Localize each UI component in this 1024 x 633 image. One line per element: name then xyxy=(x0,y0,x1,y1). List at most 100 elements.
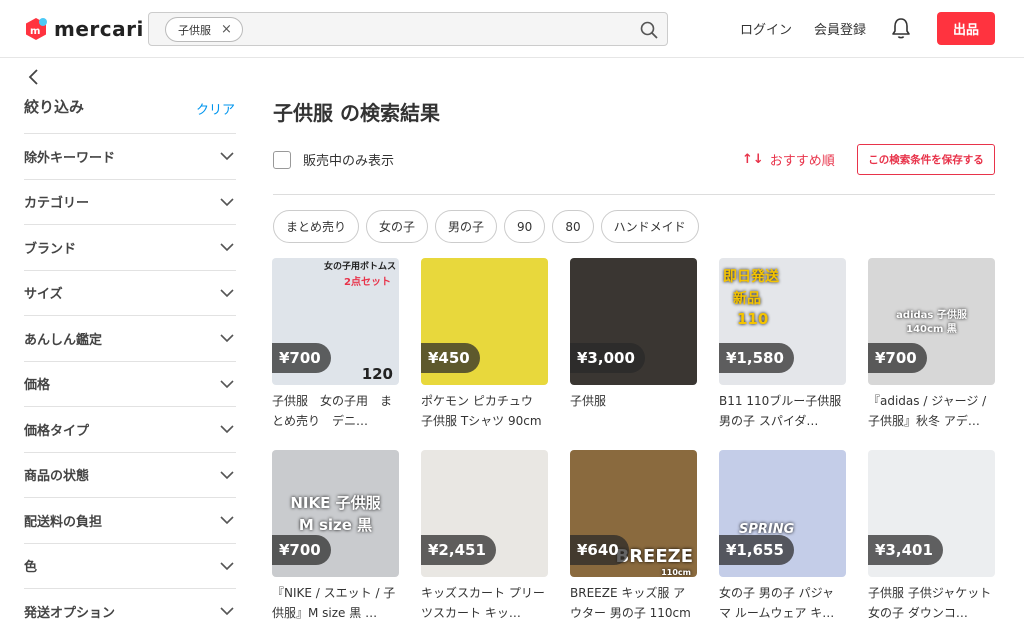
top-header: m mercari 子供服 × ログイン 会員登録 出品 xyxy=(0,0,1024,58)
item-title[interactable]: B11 110ブルー子供服 男の子 スパイダ… xyxy=(719,391,846,431)
filter-item[interactable]: 除外キーワード xyxy=(24,133,236,179)
item-card[interactable]: SPRING ¥1,655 女の子 男の子 パジャマ ルームウェア キ… xyxy=(719,450,846,623)
svg-text:m: m xyxy=(30,26,40,37)
price-badge: ¥640 xyxy=(570,535,629,565)
item-title[interactable]: 『adidas / ジャージ / 子供服』秋冬 アデ… xyxy=(868,391,995,431)
item-thumbnail[interactable]: ¥3,000 xyxy=(570,258,697,385)
filter-item-label: 価格タイプ xyxy=(24,423,90,439)
login-link[interactable]: ログイン xyxy=(740,19,792,38)
item-title[interactable]: 女の子 男の子 パジャマ ルームウェア キ… xyxy=(719,583,846,623)
item-title[interactable]: 子供服 子供ジャケット 女の子 ダウンコ… xyxy=(868,583,995,623)
item-card[interactable]: BREEZE 110cm ¥640 BREEZE キッズ服 アウター 男の子 110c… xyxy=(570,450,697,623)
sort-icon: ↑↓ xyxy=(742,152,764,167)
tag-chip[interactable]: 90 xyxy=(504,210,546,243)
price-badge: ¥3,000 xyxy=(570,343,645,373)
thumbnail-text: adidas 子供服 xyxy=(896,310,967,321)
price-badge: ¥2,451 xyxy=(421,535,496,565)
item-thumbnail[interactable]: 即日発送 新品 110 ¥1,580 xyxy=(719,258,846,385)
filter-list: 除外キーワード カテゴリーブランドサイズあんしん鑑定価格価格タイプ商品の状態配送料… xyxy=(24,133,236,633)
filter-item[interactable]: 色 xyxy=(24,542,236,589)
save-search-button[interactable]: この検索条件を保存する xyxy=(857,144,995,175)
item-thumbnail[interactable]: ¥2,451 xyxy=(421,450,548,577)
on-sale-checkbox[interactable] xyxy=(273,150,291,169)
back-arrow-icon[interactable] xyxy=(26,67,40,87)
filter-item[interactable]: サイズ xyxy=(24,269,236,316)
price-badge: ¥1,580 xyxy=(719,343,794,373)
item-card[interactable]: 女の子用ボトムス 2点セット 120 ¥700 子供服 女の子用 まとめ売り デニ… xyxy=(272,258,399,431)
suggested-tags: まとめ売り 女の子 男の子 90 80 ハンドメイド xyxy=(273,210,699,243)
item-thumbnail[interactable]: BREEZE 110cm ¥640 xyxy=(570,450,697,577)
filter-item[interactable]: 配送料の負担 xyxy=(24,497,236,543)
tag-chip[interactable]: 80 xyxy=(552,210,594,243)
tag-chip[interactable]: まとめ売り xyxy=(273,210,360,243)
filter-heading: 絞り込み xyxy=(24,98,85,116)
item-title[interactable]: 子供服 女の子用 まとめ売り デニ… xyxy=(272,391,399,431)
price-badge: ¥1,655 xyxy=(719,535,794,565)
item-title[interactable]: BREEZE キッズ服 アウター 男の子 110cm xyxy=(570,583,697,623)
filter-item-label: カテゴリー xyxy=(24,196,90,212)
search-chip[interactable]: 子供服 × xyxy=(165,17,243,42)
filter-item[interactable]: カテゴリー xyxy=(24,178,236,225)
mercari-logo-icon: m xyxy=(26,18,47,40)
filter-item-label: サイズ xyxy=(24,287,63,303)
filter-item-label: 商品の状態 xyxy=(24,469,90,485)
chevron-down-icon xyxy=(220,380,234,388)
sort-dropdown[interactable]: ↑↓ おすすめ順 xyxy=(742,150,835,169)
on-sale-filter[interactable]: 販売中のみ表示 xyxy=(273,150,394,169)
chevron-down-icon xyxy=(220,198,234,206)
item-card[interactable]: 即日発送 新品 110 ¥1,580 B11 110ブルー子供服 男の子 スパイダ… xyxy=(719,258,846,431)
search-bar[interactable]: 子供服 × xyxy=(148,12,668,46)
filter-item-label: ブランド xyxy=(24,241,77,257)
search-icon[interactable] xyxy=(639,20,659,40)
item-thumbnail[interactable]: 女の子用ボトムス 2点セット 120 ¥700 xyxy=(272,258,399,385)
search-chip-label: 子供服 xyxy=(178,23,211,37)
signup-link[interactable]: 会員登録 xyxy=(814,19,866,38)
item-title[interactable]: キッズスカート プリーツスカート キッ… xyxy=(421,583,548,623)
item-title[interactable]: ポケモン ピカチュウ 子供服 Tシャツ 90cm xyxy=(421,391,548,431)
chevron-down-icon xyxy=(220,562,234,570)
filter-item[interactable]: ブランド xyxy=(24,224,236,270)
item-thumbnail[interactable]: ¥450 xyxy=(421,258,548,385)
price-badge: ¥700 xyxy=(272,343,331,373)
thumbnail-text: 110cm xyxy=(661,568,691,577)
item-thumbnail[interactable]: SPRING ¥1,655 xyxy=(719,450,846,577)
item-card[interactable]: NIKE 子供服 M size 黒 ¥700 『NIKE / スエット / 子供服』M… xyxy=(272,450,399,623)
price-badge: ¥700 xyxy=(272,535,331,565)
thumbnail-text: 即日発送 xyxy=(723,269,779,285)
filter-item-label: 価格 xyxy=(24,378,51,394)
chevron-down-icon xyxy=(220,471,234,479)
logo-text: mercari xyxy=(54,17,144,41)
item-card[interactable]: ¥3,401 子供服 子供ジャケット 女の子 ダウンコ… xyxy=(868,450,995,623)
item-card[interactable]: adidas 子供服 140cm 黒 ¥700 『adidas / ジャージ / 子供… xyxy=(868,258,995,431)
filter-item[interactable]: あんしん鑑定 xyxy=(24,315,236,361)
chevron-down-icon xyxy=(220,607,234,616)
sell-button[interactable]: 出品 xyxy=(937,12,995,45)
tag-chip[interactable]: ハンドメイド xyxy=(600,210,699,243)
item-title[interactable]: 子供服 xyxy=(570,391,697,431)
filter-item[interactable]: 価格タイプ xyxy=(24,406,236,452)
mercari-logo[interactable]: m mercari xyxy=(24,15,144,43)
item-card[interactable]: ¥2,451 キッズスカート プリーツスカート キッ… xyxy=(421,450,548,623)
tag-chip[interactable]: 男の子 xyxy=(435,210,498,243)
thumbnail-text: 2点セット xyxy=(344,277,391,288)
price-badge: ¥700 xyxy=(868,343,927,373)
filter-item-label: 除外キーワード xyxy=(24,150,116,166)
item-title[interactable]: 『NIKE / スエット / 子供服』M size 黒 … xyxy=(272,583,399,623)
close-icon[interactable]: × xyxy=(221,22,232,37)
chevron-down-icon xyxy=(220,152,234,161)
filter-item[interactable]: 価格 xyxy=(24,360,236,407)
clear-filters-link[interactable]: クリア xyxy=(196,99,235,118)
filter-item[interactable]: 発送オプション xyxy=(24,588,236,633)
chevron-down-icon xyxy=(220,334,234,343)
item-thumbnail[interactable]: NIKE 子供服 M size 黒 ¥700 xyxy=(272,450,399,577)
item-thumbnail[interactable]: adidas 子供服 140cm 黒 ¥700 xyxy=(868,258,995,385)
chevron-down-icon xyxy=(220,516,234,525)
filter-item[interactable]: 商品の状態 xyxy=(24,451,236,498)
item-card[interactable]: ¥3,000 子供服 xyxy=(570,258,697,431)
chevron-down-icon xyxy=(220,243,234,252)
divider xyxy=(273,194,995,195)
bell-icon[interactable] xyxy=(890,16,912,40)
item-card[interactable]: ¥450 ポケモン ピカチュウ 子供服 Tシャツ 90cm xyxy=(421,258,548,431)
tag-chip[interactable]: 女の子 xyxy=(366,210,429,243)
item-thumbnail[interactable]: ¥3,401 xyxy=(868,450,995,577)
